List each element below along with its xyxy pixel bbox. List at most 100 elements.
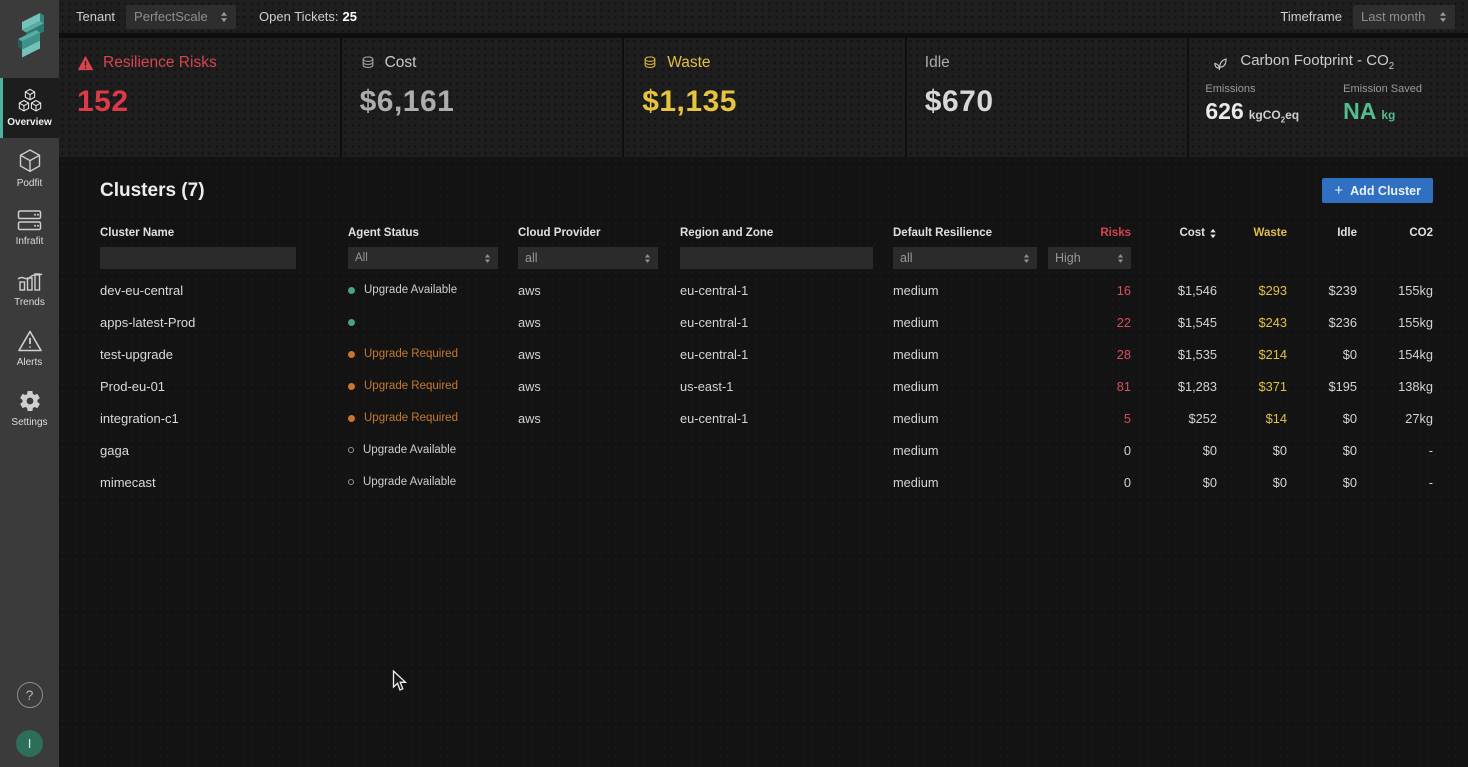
waste-cell: $214 xyxy=(1258,346,1287,362)
agent-status-label: Upgrade Required xyxy=(364,348,458,360)
resilience-risks-card[interactable]: Resilience Risks 152 xyxy=(59,38,340,157)
clusters-title: Clusters (7) xyxy=(100,179,205,201)
col-header-co2: CO2 xyxy=(1409,227,1433,239)
sidebar-item-infrafit[interactable]: Infrafit xyxy=(0,198,59,258)
sidebar-item-label: Overview xyxy=(7,117,52,128)
col-header-cost[interactable]: Cost xyxy=(1131,227,1217,239)
idle-cell: $195 xyxy=(1328,378,1357,394)
alert-triangle-icon xyxy=(17,330,42,351)
col-header-resilience: Default Resilience xyxy=(893,227,993,239)
waste-cell: $371 xyxy=(1258,378,1287,394)
app-root: Overview Podfit Infrafit Trends Alerts S… xyxy=(0,0,1468,767)
cost-cell: $252 xyxy=(1188,410,1217,426)
waste-card[interactable]: Waste $1,135 xyxy=(624,38,905,157)
help-icon[interactable]: ? xyxy=(16,682,43,708)
risks-filter-select[interactable]: High xyxy=(1048,247,1131,269)
cluster-name-cell: dev-eu-central xyxy=(100,282,184,298)
table-row[interactable]: dev-eu-central Upgrade Available aws eu-cen… xyxy=(100,274,1468,306)
sidebar-item-trends[interactable]: Trends xyxy=(0,258,59,318)
agent-status-label: Upgrade Required xyxy=(364,412,458,424)
cloud-provider-filter-select[interactable]: all xyxy=(518,247,658,269)
avatar-letter: I xyxy=(27,736,32,751)
agent-status-dot xyxy=(348,286,355,294)
kpi-cards-row: Resilience Risks 152 Cost $6,161 Waste $… xyxy=(59,38,1468,157)
co2-cell: 27kg xyxy=(1405,410,1433,426)
perfectscale-logo[interactable] xyxy=(11,9,49,61)
topbar: Tenant PerfectScale Open Tickets: 25 Time… xyxy=(59,0,1468,33)
cluster-name-filter-input[interactable] xyxy=(100,247,296,269)
tenant-select-value: PerfectScale xyxy=(134,9,208,24)
sidebar-item-alerts[interactable]: Alerts xyxy=(0,318,59,378)
agent-status-filter-select[interactable]: All xyxy=(348,247,498,269)
col-header-risks: Risks xyxy=(1100,227,1131,239)
waste-cell: $293 xyxy=(1258,282,1287,298)
agent-status-dot xyxy=(348,414,355,422)
table-header-row: Cluster Name Agent Status Cloud Provider… xyxy=(100,227,1468,239)
clusters-section: Clusters (7) + Add Cluster Cluster Name … xyxy=(59,157,1468,767)
open-tickets-label: Open Tickets: xyxy=(259,9,339,24)
region-cell: eu-central-1 xyxy=(680,346,749,362)
agent-status-cell: Upgrade Required xyxy=(348,412,518,424)
cluster-name-cell: integration-c1 xyxy=(100,410,179,426)
updown-caret-icon xyxy=(1023,253,1030,263)
region-filter-input[interactable] xyxy=(680,247,873,269)
risks-cell: 22 xyxy=(1116,314,1131,330)
idle-cell: $236 xyxy=(1328,314,1357,330)
emission-saved-block: Emission Saved NA kg xyxy=(1343,83,1422,125)
sidebar-item-podfit[interactable]: Podfit xyxy=(0,138,59,198)
cost-cell: $0 xyxy=(1202,474,1217,490)
idle-card[interactable]: Idle $670 xyxy=(906,38,1188,157)
region-cell: eu-central-1 xyxy=(680,314,749,330)
cube-icon xyxy=(19,148,40,172)
sidebar-item-overview[interactable]: Overview xyxy=(0,78,59,138)
table-row[interactable]: integration-c1 Upgrade Required aws eu-cent… xyxy=(100,402,1468,434)
table-row[interactable]: apps-latest-Prod aws eu-central-1 medium 22 $… xyxy=(100,306,1468,338)
cost-card[interactable]: Cost $6,161 xyxy=(341,38,623,157)
cluster-name-cell: test-upgrade xyxy=(100,346,173,362)
agent-status-cell xyxy=(348,318,518,326)
risks-cell: 28 xyxy=(1116,346,1131,362)
trends-chart-icon xyxy=(17,272,42,291)
sidebar-item-label: Infrafit xyxy=(15,236,44,247)
col-header-agent-status: Agent Status xyxy=(348,227,419,239)
agent-status-label: Upgrade Available xyxy=(363,444,457,456)
tenant-select[interactable]: PerfectScale xyxy=(126,4,237,29)
add-cluster-button[interactable]: + Add Cluster xyxy=(1322,178,1433,203)
carbon-footprint-card[interactable]: Carbon Footprint - CO2 Emissions 626 kgC… xyxy=(1189,38,1468,157)
avatar[interactable]: I xyxy=(16,730,43,757)
cubes-icon xyxy=(18,88,41,112)
idle-cell: $0 xyxy=(1342,410,1357,426)
risks-cell: 0 xyxy=(1123,474,1131,490)
agent-status-dot xyxy=(348,479,354,485)
resilience-cell: medium xyxy=(893,314,939,330)
waste-cell: $0 xyxy=(1272,474,1287,490)
waste-cell: $243 xyxy=(1258,314,1287,330)
cost-cell: $1,545 xyxy=(1177,314,1217,330)
table-row[interactable]: test-upgrade Upgrade Required aws eu-centra… xyxy=(100,338,1468,370)
agent-status-cell: Upgrade Available xyxy=(348,444,518,456)
cloud-provider-cell: aws xyxy=(518,378,541,394)
co2-cell: 155kg xyxy=(1398,314,1433,330)
table-row[interactable]: gaga Upgrade Available medium 0 $0 $0 $0 - xyxy=(100,434,1468,466)
agent-status-label: Upgrade Available xyxy=(363,476,457,488)
emissions-unit: kgCO2eq xyxy=(1248,108,1300,125)
resilience-cell: medium xyxy=(893,378,939,394)
co2-cell: 155kg xyxy=(1398,282,1433,298)
col-header-cluster-name: Cluster Name xyxy=(100,227,175,239)
sort-icon[interactable] xyxy=(1209,228,1217,239)
table-row[interactable]: mimecast Upgrade Available medium 0 $0 $0 $0 - xyxy=(100,466,1468,498)
agent-status-dot xyxy=(348,447,354,453)
sidebar-item-label: Trends xyxy=(14,296,45,308)
leaf-icon xyxy=(1214,58,1228,70)
sidebar-item-settings[interactable]: Settings xyxy=(0,378,59,438)
timeframe-select-value: Last month xyxy=(1361,9,1426,24)
card-title: Idle xyxy=(924,54,950,71)
emissions-value: 626 xyxy=(1205,98,1244,124)
col-header-idle: Idle xyxy=(1337,227,1357,239)
timeframe-select[interactable]: Last month xyxy=(1353,4,1455,29)
coins-icon xyxy=(644,56,656,69)
waste-cell: $14 xyxy=(1265,410,1287,426)
table-row[interactable]: Prod-eu-01 Upgrade Required aws us-east-1 me… xyxy=(100,370,1468,402)
resilience-filter-select[interactable]: all xyxy=(893,247,1037,269)
card-title: Waste xyxy=(667,54,711,71)
